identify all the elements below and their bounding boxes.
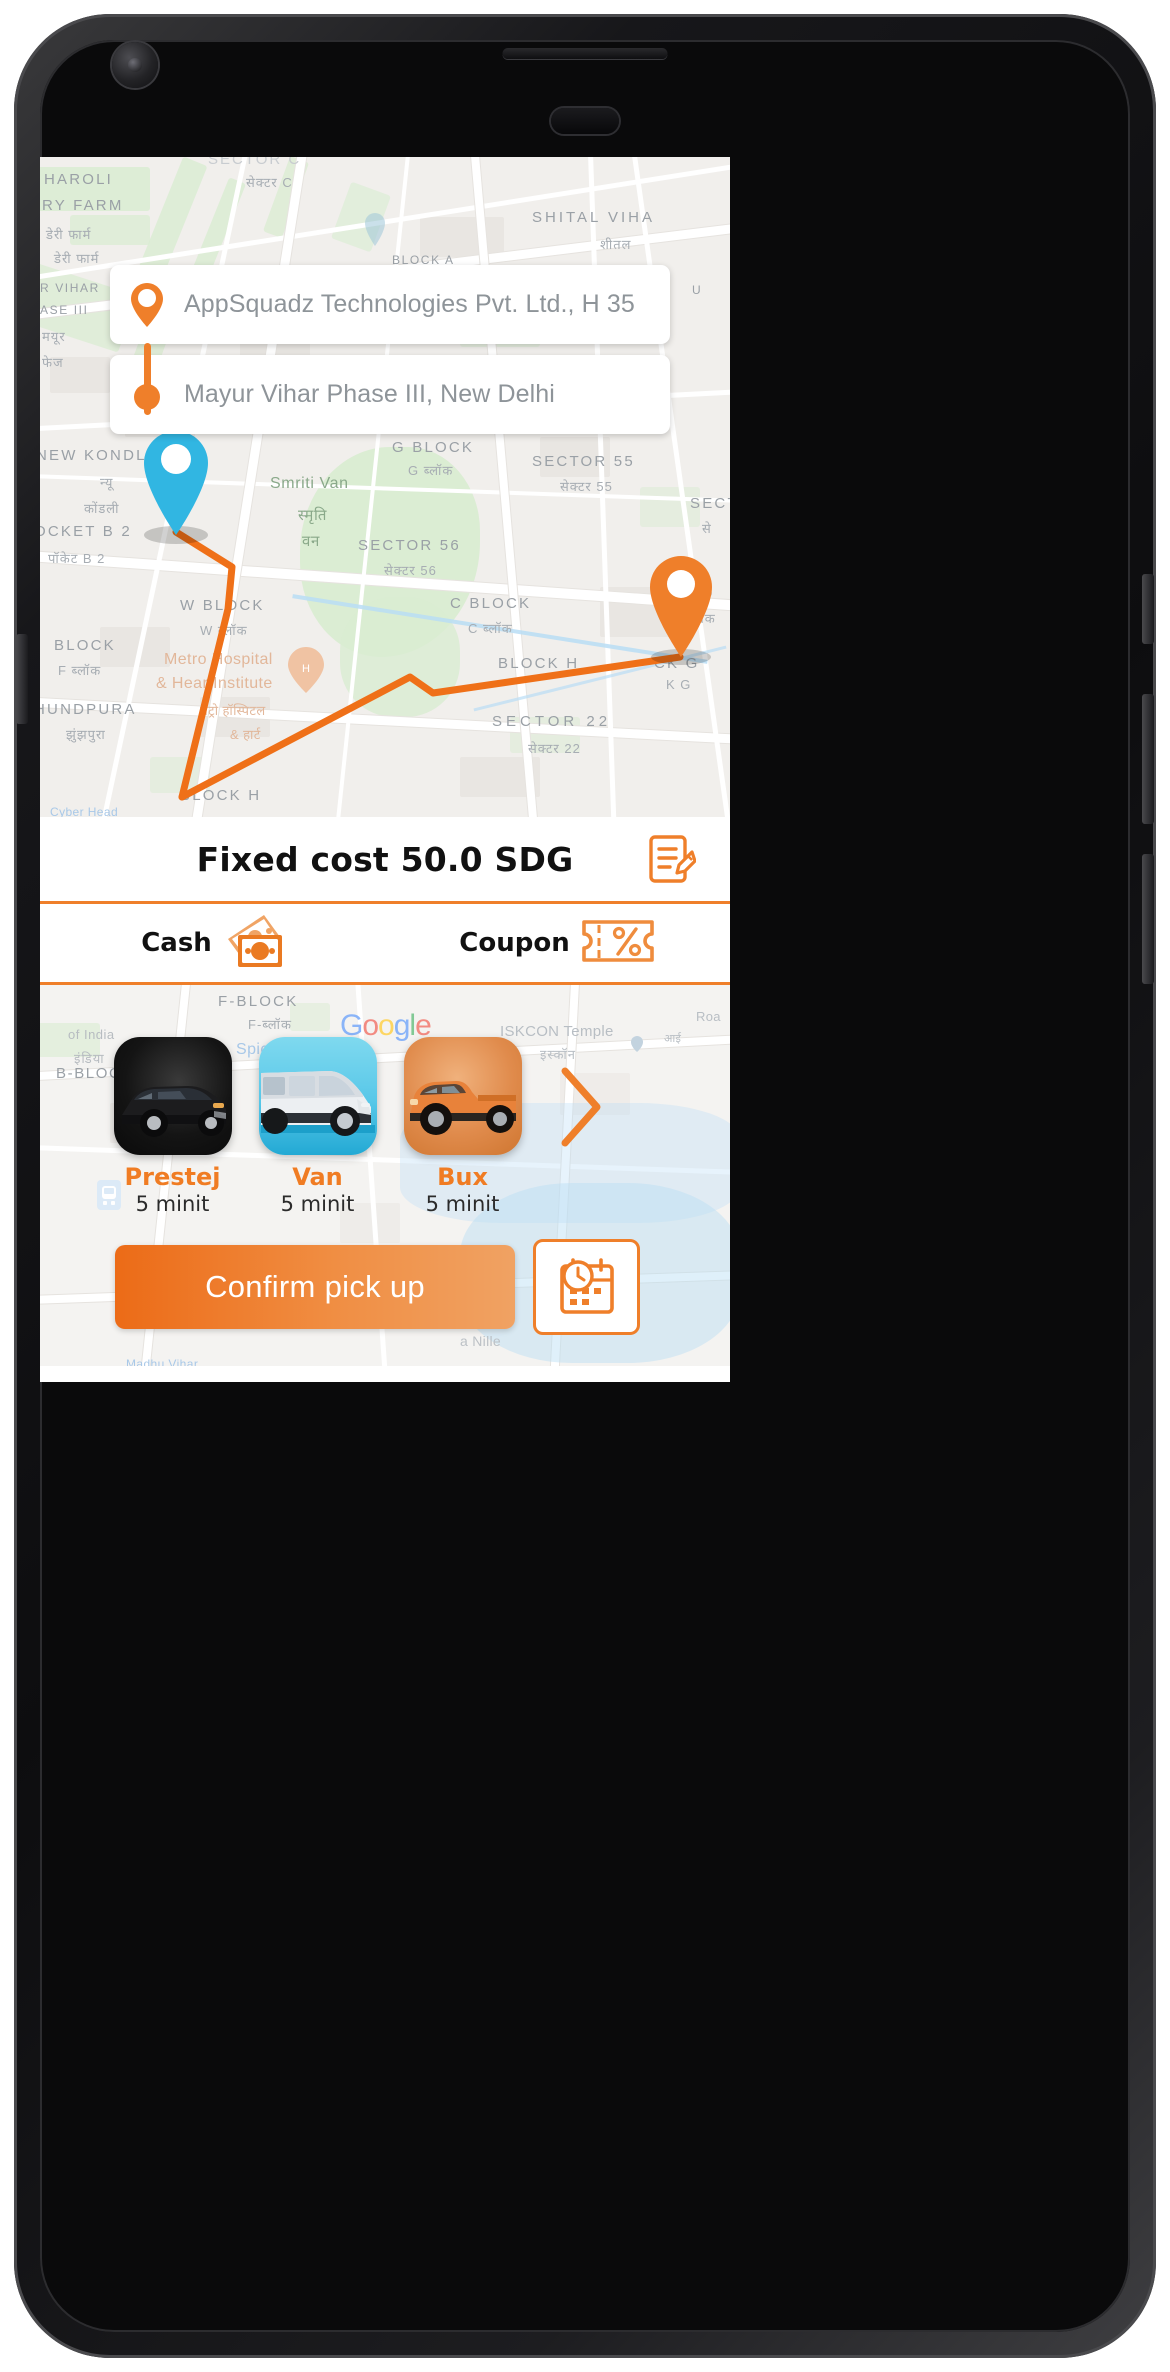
route-connector [144, 343, 151, 415]
pickup-address-text: AppSquadz Technologies Pvt. Ltd., H 35 [184, 290, 635, 318]
fare-payment-panel: Fixed cost 50.0 SDG Cash Coupon [40, 817, 730, 985]
payment-option-label: Cash [141, 928, 212, 958]
coupon-ticket-icon [580, 916, 656, 971]
vehicle-image-pickup [403, 1037, 522, 1155]
vehicle-option-prestej[interactable]: Prestej 5 minit [100, 1037, 245, 1216]
payment-option-cash[interactable]: Cash [40, 913, 385, 974]
app-screen: HAROLI RY FARM डेरी फार्म डेरी फार्म SEC… [40, 157, 730, 1382]
dropoff-address-field[interactable]: Mayur Vihar Phase III, New Delhi [110, 355, 670, 434]
fixed-cost-row: Fixed cost 50.0 SDG [40, 817, 730, 901]
vehicle-image-sedan [113, 1037, 232, 1155]
vehicle-name: Prestej [124, 1163, 221, 1191]
front-camera-icon [112, 42, 158, 88]
divider-bottom [40, 982, 730, 985]
vehicle-selector: Prestej 5 minit Van 5 minit Bux 5 minit [40, 1037, 730, 1227]
earpiece-speaker [502, 48, 668, 59]
vehicle-eta: 5 minit [135, 1192, 210, 1216]
svg-text:H: H [302, 663, 310, 675]
vehicle-option-bux[interactable]: Bux 5 minit [390, 1037, 535, 1216]
power-button[interactable] [1142, 574, 1154, 644]
vehicle-eta: 5 minit [425, 1192, 500, 1216]
phone-frame: HAROLI RY FARM डेरी फार्म डेरी फार्म SEC… [0, 0, 1170, 2372]
confirm-pickup-button[interactable]: Confirm pick up [115, 1245, 515, 1329]
address-panel: AppSquadz Technologies Pvt. Ltd., H 35 M… [110, 265, 670, 434]
volume-up-button[interactable] [1142, 694, 1154, 824]
map-upper[interactable]: HAROLI RY FARM डेरी फार्म डेरी फार्म SEC… [40, 157, 730, 817]
cash-money-icon [222, 913, 284, 974]
payment-option-coupon[interactable]: Coupon [385, 916, 730, 971]
edit-note-icon[interactable] [648, 834, 697, 884]
calendar-clock-icon [559, 1258, 614, 1314]
confirm-pickup-label: Confirm pick up [205, 1269, 425, 1304]
volume-down-button[interactable] [1142, 854, 1154, 984]
confirm-row: Confirm pick up [40, 1237, 730, 1337]
assistant-button[interactable] [16, 634, 28, 724]
vehicles-next-button[interactable] [535, 1037, 625, 1149]
fixed-cost-label: Fixed cost 50.0 SDG [196, 839, 574, 879]
vehicle-image-van [258, 1037, 377, 1155]
screen-bottom-edge [40, 1366, 730, 1382]
pickup-address-field[interactable]: AppSquadz Technologies Pvt. Ltd., H 35 [110, 265, 670, 344]
vehicle-name: Van [292, 1163, 343, 1191]
hospital-poi-icon: H [288, 647, 324, 693]
map-pin-outline-icon [110, 282, 184, 328]
vehicle-eta: 5 minit [280, 1192, 355, 1216]
schedule-ride-button[interactable] [533, 1239, 640, 1335]
vehicle-option-van[interactable]: Van 5 minit [245, 1037, 390, 1216]
sensor-notch [551, 108, 619, 134]
vehicle-name: Bux [437, 1163, 488, 1191]
payment-options-row: Cash Coupon [40, 904, 730, 982]
dropoff-address-text: Mayur Vihar Phase III, New Delhi [184, 380, 555, 408]
payment-option-label: Coupon [459, 928, 570, 958]
chevron-right-icon [561, 1067, 601, 1147]
